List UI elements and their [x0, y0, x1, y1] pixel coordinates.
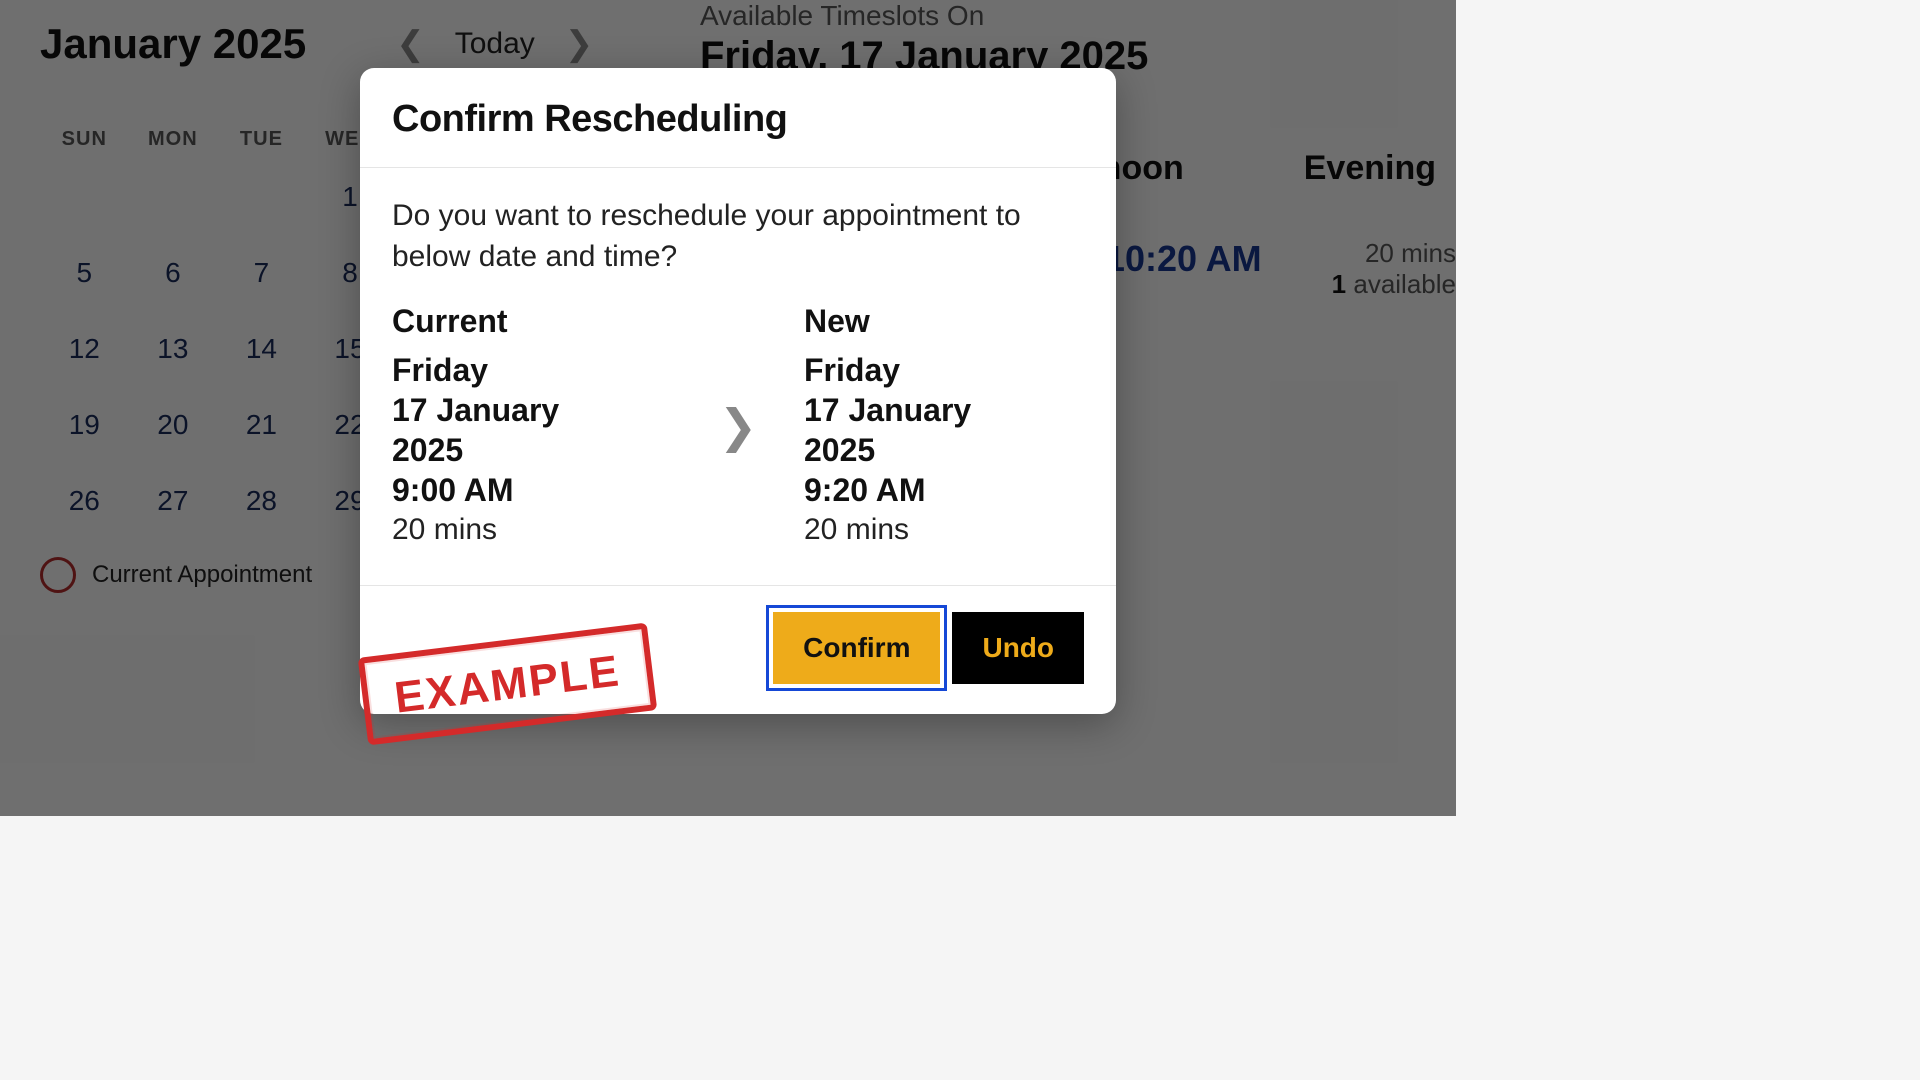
new-duration: 20 mins — [804, 510, 1084, 549]
arrow-right-icon: ❯ — [719, 399, 758, 453]
new-date-line1: 17 January — [804, 390, 1084, 430]
current-appointment-column: Current Friday 17 January 2025 9:00 AM 2… — [392, 303, 672, 549]
confirm-button[interactable]: Confirm — [773, 612, 940, 684]
current-time: 9:00 AM — [392, 470, 672, 510]
comparison-row: Current Friday 17 January 2025 9:00 AM 2… — [392, 303, 1084, 549]
current-duration: 20 mins — [392, 510, 672, 549]
current-heading: Current — [392, 303, 672, 340]
new-date-line2: 2025 — [804, 430, 1084, 470]
new-appointment-column: New Friday 17 January 2025 9:20 AM 20 mi… — [804, 303, 1084, 549]
current-day: Friday — [392, 350, 672, 390]
modal-title: Confirm Rescheduling — [392, 98, 1084, 141]
new-day: Friday — [804, 350, 1084, 390]
new-heading: New — [804, 303, 1084, 340]
modal-question: Do you want to reschedule your appointme… — [392, 196, 1084, 277]
undo-button[interactable]: Undo — [952, 612, 1084, 684]
confirm-reschedule-modal: Confirm Rescheduling Do you want to resc… — [360, 68, 1116, 714]
current-date-line1: 17 January — [392, 390, 672, 430]
current-date-line2: 2025 — [392, 430, 672, 470]
new-time: 9:20 AM — [804, 470, 1084, 510]
